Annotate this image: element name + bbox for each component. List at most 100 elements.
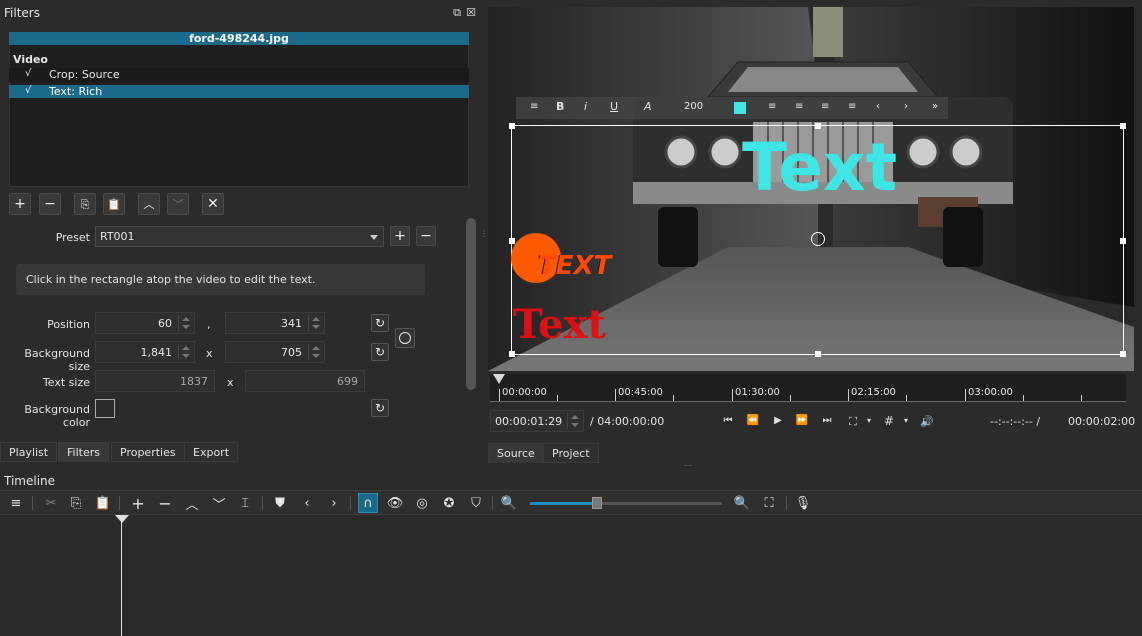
resize-handle[interactable] xyxy=(509,238,515,244)
tab-playlist[interactable]: Playlist xyxy=(0,442,58,462)
align-right-icon[interactable]: ≡ xyxy=(821,101,829,112)
preset-select[interactable]: RT001 xyxy=(95,226,384,247)
zoom-in-icon[interactable]: 🔍 xyxy=(733,494,751,512)
ripple-markers-icon[interactable]: ⛉ xyxy=(467,494,485,512)
filters-scrollbar[interactable] xyxy=(466,218,476,390)
resize-handle[interactable] xyxy=(815,351,821,357)
zoom-slider[interactable] xyxy=(530,497,722,509)
add-filter-button[interactable]: + xyxy=(9,193,31,215)
volume-icon[interactable]: 🔊 xyxy=(918,413,936,429)
tab-export[interactable]: Export xyxy=(184,442,239,462)
increase-indent-icon[interactable]: › xyxy=(904,101,908,112)
rewind-icon[interactable]: ⏪ xyxy=(745,413,761,429)
filter-check[interactable]: √ xyxy=(25,68,31,79)
remove-filter-button[interactable]: − xyxy=(39,193,61,215)
reset-bg-size-button[interactable]: ↻ xyxy=(371,343,389,361)
filter-check[interactable]: √ xyxy=(25,85,31,96)
font-size-value[interactable]: 200 xyxy=(684,101,703,112)
align-justify-icon[interactable]: ≡ xyxy=(848,101,856,112)
resize-handle[interactable] xyxy=(1120,238,1126,244)
reset-position-button[interactable]: ↻ xyxy=(371,314,389,332)
tab-properties[interactable]: Properties xyxy=(111,442,185,462)
ripple-icon[interactable]: ◎ xyxy=(413,494,431,512)
tab-project[interactable]: Project xyxy=(543,443,599,463)
underline-icon[interactable]: U xyxy=(610,100,618,113)
chevron-down-icon[interactable]: ▾ xyxy=(901,413,911,429)
align-center-icon[interactable]: ≡ xyxy=(795,101,803,112)
snap-icon[interactable]: ∩ xyxy=(358,493,378,513)
zoom-out-icon[interactable]: 🔍 xyxy=(500,494,518,512)
spin-arrows[interactable] xyxy=(567,413,581,429)
resize-handle[interactable] xyxy=(509,123,515,129)
zoom-fit-icon[interactable]: ⛶ xyxy=(845,413,861,429)
menu-icon[interactable]: ≡ xyxy=(530,101,538,112)
paste-filter-button[interactable]: 📋 xyxy=(103,193,125,215)
copy-filter-button[interactable]: ⎘ xyxy=(74,193,96,215)
tab-source[interactable]: Source xyxy=(488,443,544,463)
grid-icon[interactable]: # xyxy=(881,413,897,429)
next-marker-icon[interactable]: › xyxy=(325,494,343,512)
zoom-fit-icon[interactable]: ⛶ xyxy=(760,494,778,512)
tab-filters[interactable]: Filters xyxy=(58,442,109,462)
play-icon[interactable]: ▶ xyxy=(770,413,786,429)
spin-arrows[interactable] xyxy=(308,315,322,331)
move-up-button[interactable]: ︿ xyxy=(138,193,160,215)
paste-icon[interactable]: 📋 xyxy=(94,494,112,512)
split-icon[interactable]: ⌶ xyxy=(236,494,254,512)
keyframe-stopwatch-icon[interactable] xyxy=(395,328,415,348)
resize-handle[interactable] xyxy=(1120,123,1126,129)
video-preview[interactable]: ≡ B i U A 200 ≡ ≡ ≡ ≡ ‹ › » Text TEXT Te… xyxy=(488,7,1134,371)
more-icon[interactable]: » xyxy=(932,101,938,112)
timeline-playhead[interactable] xyxy=(121,516,122,636)
font-icon[interactable]: A xyxy=(644,100,652,113)
overwrite-icon[interactable]: ﹀ xyxy=(210,494,228,513)
deselect-filter-button[interactable]: ✕ xyxy=(202,193,224,215)
position-y-field[interactable]: 341 xyxy=(225,312,325,334)
move-down-button[interactable]: ﹀ xyxy=(167,193,189,215)
spin-arrows[interactable] xyxy=(308,344,322,360)
remove-icon[interactable]: − xyxy=(156,494,174,513)
splitter-handle-icon[interactable]: ⋯ xyxy=(678,462,698,470)
previous-marker-icon[interactable]: ‹ xyxy=(298,494,316,512)
italic-icon[interactable]: i xyxy=(584,100,587,113)
fast-forward-icon[interactable]: ⏩ xyxy=(794,413,810,429)
menu-icon[interactable]: ≡ xyxy=(7,494,25,512)
resize-handle[interactable] xyxy=(509,351,515,357)
close-panel-icon[interactable]: ☒ xyxy=(465,6,477,18)
timeline-tracks[interactable] xyxy=(0,516,1142,636)
timecode-field[interactable]: 00:00:01:29 xyxy=(490,410,584,432)
splitter-handle-icon[interactable]: ⋮ xyxy=(480,226,488,242)
ripple-all-icon[interactable]: ✪ xyxy=(440,494,458,512)
delete-preset-button[interactable]: − xyxy=(416,226,436,246)
spin-arrows[interactable] xyxy=(178,344,192,360)
append-icon[interactable]: + xyxy=(129,494,147,513)
bold-icon[interactable]: B xyxy=(556,100,564,113)
cut-icon[interactable]: ✂ xyxy=(42,494,60,512)
zoom-slider-handle[interactable] xyxy=(592,497,602,509)
spin-arrows[interactable] xyxy=(178,315,192,331)
text-color-swatch[interactable] xyxy=(734,102,746,114)
skip-to-start-icon[interactable]: ⏮ xyxy=(720,413,736,429)
filter-row-crop[interactable]: √ Crop: Source xyxy=(9,68,469,82)
align-left-icon[interactable]: ≡ xyxy=(768,101,776,112)
float-panel-icon[interactable]: ⧉ xyxy=(451,6,463,18)
reset-bg-color-button[interactable]: ↻ xyxy=(371,399,389,417)
center-handle[interactable] xyxy=(811,232,825,246)
skip-to-end-icon[interactable]: ⏭ xyxy=(819,413,835,429)
decrease-indent-icon[interactable]: ‹ xyxy=(876,101,880,112)
bg-size-w-field[interactable]: 1,841 xyxy=(95,341,195,363)
filter-row-text-rich[interactable]: √ Text: Rich xyxy=(9,85,469,98)
bg-size-h-field[interactable]: 705 xyxy=(225,341,325,363)
save-preset-button[interactable]: + xyxy=(390,226,410,246)
position-x-field[interactable]: 60 xyxy=(95,312,195,334)
lift-icon[interactable]: ︿ xyxy=(183,494,201,513)
chevron-down-icon[interactable]: ▾ xyxy=(864,413,874,429)
playhead-marker[interactable] xyxy=(493,374,505,384)
marker-icon[interactable]: ⛊ xyxy=(271,494,289,512)
resize-handle[interactable] xyxy=(1120,351,1126,357)
bg-color-swatch[interactable] xyxy=(95,399,115,418)
timeline-ruler[interactable]: 00:00:00 00:45:00 01:30:00 02:15:00 03:0… xyxy=(490,374,1126,402)
scrub-icon[interactable]: 👁 xyxy=(386,494,404,512)
copy-icon[interactable]: ⎘ xyxy=(67,494,85,512)
record-audio-icon[interactable]: 🎙 xyxy=(794,494,812,512)
